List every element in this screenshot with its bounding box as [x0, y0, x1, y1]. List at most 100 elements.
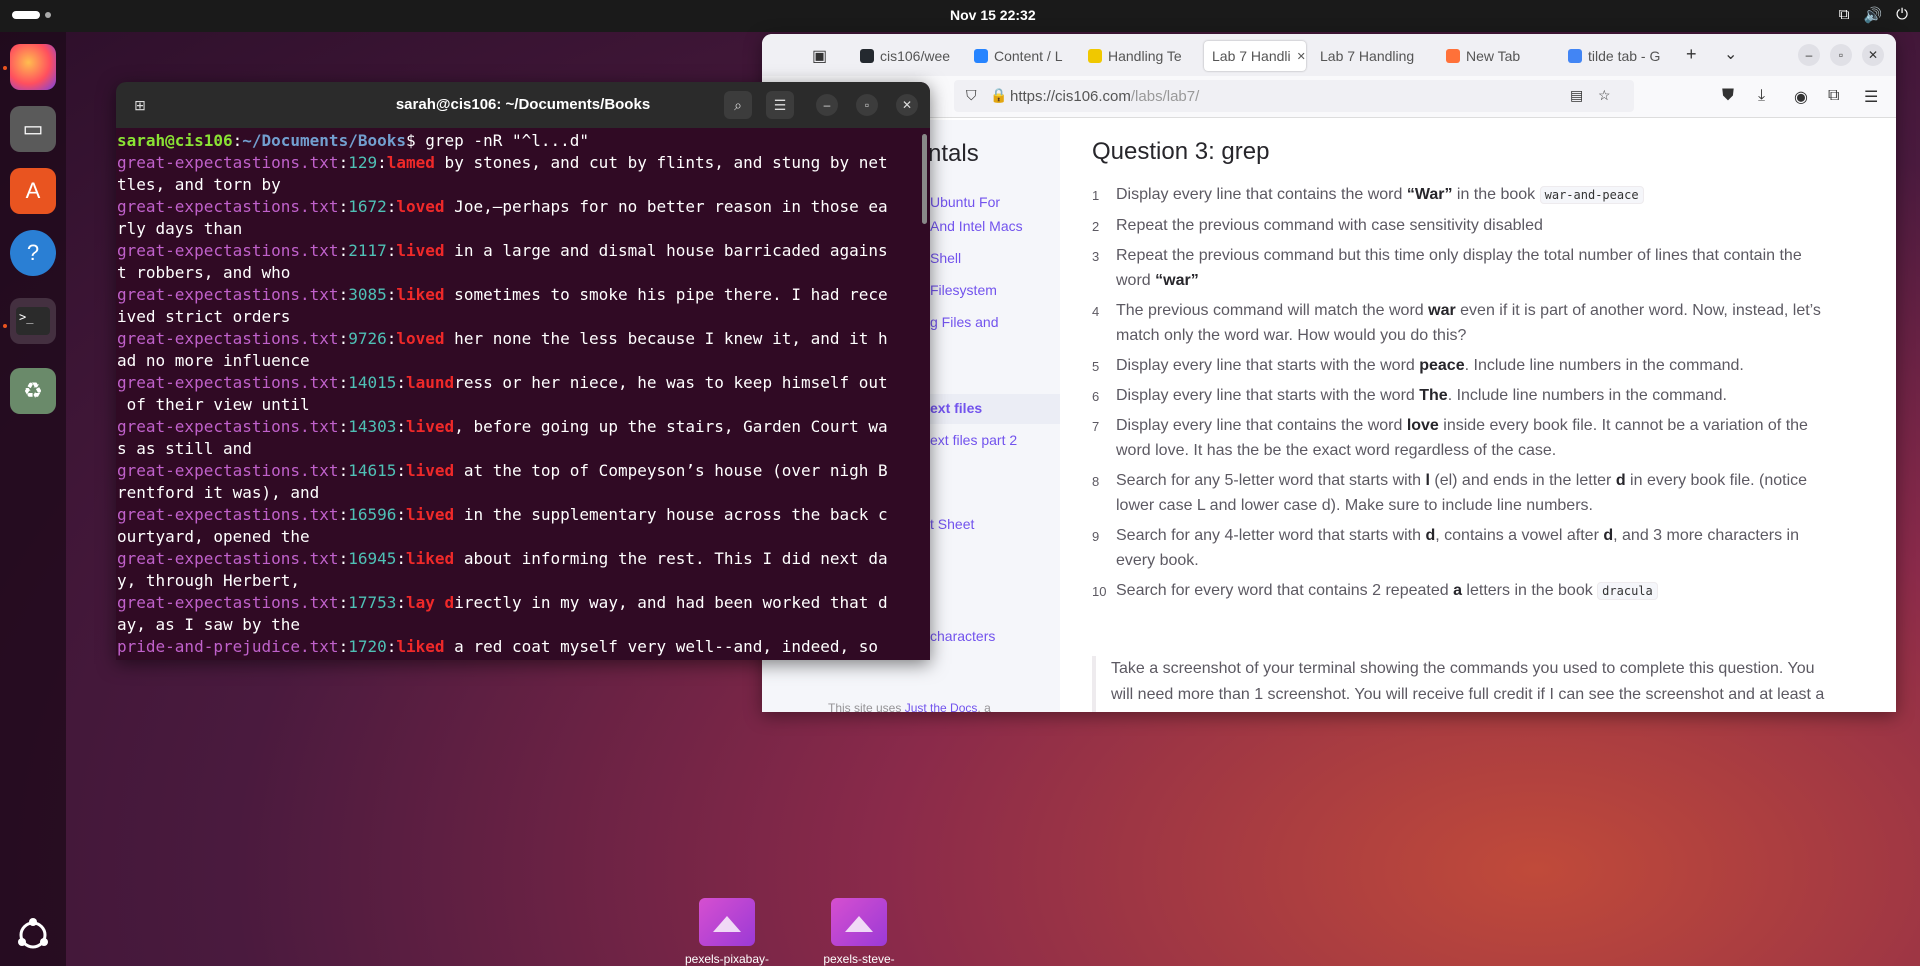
result-text: in a large and dismal house barricaded a… — [444, 241, 888, 260]
result-text: in the supplementary house across the ba… — [454, 505, 888, 524]
result-filename: great-expectastions.txt — [117, 329, 339, 348]
network-icon: ⧉ — [1838, 6, 1850, 23]
firefox-window: ▣ cis106/wee Content / L Handling Te Lab 7 … — [762, 34, 1896, 712]
close-icon[interactable]: ✕ — [896, 94, 918, 116]
help-icon[interactable]: ? — [10, 230, 56, 276]
result-line-number: 16596 — [348, 505, 397, 524]
tab-bar: ▣ cis106/wee Content / L Handling Te Lab 7 … — [762, 34, 1896, 76]
running-indicator — [3, 324, 7, 328]
result-text: by stones, and cut by flints, and stung … — [434, 153, 888, 172]
grep-result-line: great-expectastions.txt:14615:lived at t… — [117, 461, 888, 502]
result-match: liked — [406, 549, 455, 568]
maximize-icon[interactable]: ▫ — [856, 94, 878, 116]
system-tray[interactable]: ⧉ 🔊 ⏻ — [1839, 6, 1908, 24]
image-file-icon — [699, 898, 755, 946]
sidebar-item[interactable]: g Files and — [930, 314, 998, 330]
result-filename: great-expectastions.txt — [117, 593, 339, 612]
browser-tab[interactable]: New Tab — [1438, 41, 1548, 71]
grep-result-line: great-expectastions.txt:3085:liked somet… — [117, 285, 888, 326]
tab-active[interactable]: Lab 7 Handli ✕ — [1204, 41, 1306, 71]
trash-icon[interactable]: ♻ — [10, 368, 56, 414]
terminal-output[interactable]: sarah@cis106:~/Documents/Books$ grep -nR… — [116, 128, 930, 658]
reader-view-icon[interactable]: ▤ — [1570, 87, 1583, 104]
sidebar-item[interactable]: t Sheet — [930, 516, 974, 532]
tab-favicon-icon — [860, 49, 874, 63]
sidebar-item[interactable]: Ubuntu For — [930, 194, 1000, 210]
question-text: . Include line numbers in the command. — [1447, 387, 1727, 404]
hamburger-menu-icon[interactable]: ☰ — [766, 91, 794, 119]
desktop-file-label: pexels-pixabay- — [684, 952, 770, 966]
result-match: lived — [406, 417, 455, 436]
question-text: Repeat the previous command with case se… — [1116, 217, 1543, 234]
question-keyword: “war” — [1155, 272, 1199, 289]
show-apps-icon[interactable] — [10, 912, 56, 958]
result-text-wrapped: ad no more influence — [117, 351, 310, 370]
account-icon[interactable]: ◉ — [1794, 87, 1808, 107]
sidebar-item-active[interactable]: ext files — [930, 400, 982, 416]
question-keyword: “War” — [1406, 186, 1453, 203]
question-item: 4 The previous command will match the wor… — [1092, 298, 1832, 348]
lock-icon[interactable]: 🔒 — [990, 87, 1007, 104]
sidebar-item[interactable]: ext files part 2 — [930, 432, 1017, 448]
desktop-file-label: pexels-steve- — [823, 952, 895, 966]
browser-tab[interactable]: Handling Te — [1080, 41, 1198, 71]
sidebar-item[interactable]: Shell — [930, 250, 961, 266]
chevron-down-icon[interactable]: ⌄ — [1724, 44, 1737, 64]
terminal-icon[interactable]: >_ — [10, 298, 56, 344]
question-text: Search for any 5-letter word that starts… — [1116, 472, 1426, 489]
question-number: 5 — [1092, 359, 1100, 374]
minimize-icon[interactable]: – — [816, 94, 838, 116]
sidebar-item[interactable]: And Intel Macs — [930, 218, 1023, 234]
shield-icon[interactable]: ⛉ — [966, 87, 977, 104]
download-icon[interactable]: ⤓ — [1758, 87, 1765, 105]
activities-button[interactable] — [12, 11, 51, 21]
pocket-icon[interactable]: ⛊ — [1722, 87, 1734, 105]
question-code: war-and-peace — [1539, 186, 1644, 204]
close-icon[interactable]: ✕ — [1862, 44, 1884, 66]
browser-tab[interactable]: Content / L — [966, 41, 1074, 71]
browser-tab[interactable]: cis106/wee — [852, 41, 960, 71]
question-keyword: a — [1453, 582, 1462, 599]
result-text: a red coat myself very well--and, indeed… — [444, 637, 879, 656]
tab-list-icon[interactable]: ▣ — [812, 46, 827, 66]
result-filename: great-expectastions.txt — [117, 197, 339, 216]
workspace-dot — [45, 12, 51, 18]
result-text: , before going up the stairs, Garden Cou… — [454, 417, 888, 436]
question-text: Repeat the previous command but this tim… — [1116, 247, 1802, 289]
sidebar-heading[interactable]: ntals — [928, 140, 979, 168]
bookmark-star-icon[interactable]: ☆ — [1598, 87, 1611, 104]
result-text-wrapped: of their view until — [117, 395, 310, 414]
files-icon[interactable]: ▭ — [10, 106, 56, 152]
desktop-file-icon[interactable]: pexels-pixabay- — [662, 898, 792, 966]
url-path: /labs/lab7/ — [1130, 87, 1200, 105]
desktop-file-icon[interactable]: pexels-steve- — [794, 898, 924, 966]
question-text: The previous command will match the word — [1116, 302, 1429, 319]
minimize-icon[interactable]: – — [1798, 44, 1820, 66]
nav-bar: ⛉ 🔒 https://cis106.com/labs/lab7/ ▤ ☆ ⛊ … — [762, 76, 1896, 118]
tab-close-icon[interactable]: ✕ — [1297, 50, 1306, 63]
tab-label: Lab 7 Handling — [1320, 48, 1415, 64]
search-icon[interactable]: ⌕ — [724, 91, 752, 119]
new-tab-icon[interactable]: + — [1686, 44, 1697, 65]
result-text: sometimes to smoke his pipe there. I had… — [444, 285, 888, 304]
sidebar-item[interactable]: Filesystem — [930, 282, 997, 298]
result-line-number: 1720 — [348, 637, 387, 656]
extensions-icon[interactable]: ⧉ — [1828, 87, 1839, 105]
tab-label: tilde tab - G — [1588, 48, 1661, 64]
volume-icon: 🔊 — [1863, 7, 1883, 24]
question-text: letters in the book — [1461, 582, 1598, 599]
clock[interactable]: Nov 15 22:32 — [950, 7, 1036, 23]
firefox-icon[interactable] — [10, 44, 56, 90]
just-the-docs-link[interactable]: Just the Docs — [905, 701, 978, 712]
menu-icon[interactable]: ☰ — [1864, 87, 1878, 107]
maximize-icon[interactable]: ▫ — [1830, 44, 1852, 66]
url-bar[interactable]: ⛉ 🔒 https://cis106.com/labs/lab7/ ▤ ☆ — [954, 80, 1634, 112]
result-text-wrapped: tles, and torn by — [117, 175, 281, 194]
dock: ▭ A ? >_ ♻ — [0, 32, 66, 966]
browser-tab[interactable]: tilde tab - G — [1560, 41, 1680, 71]
browser-tab[interactable]: Lab 7 Handling — [1312, 41, 1432, 71]
app-center-icon[interactable]: A — [10, 168, 56, 214]
result-filename: great-expectastions.txt — [117, 461, 339, 480]
scrollbar[interactable] — [922, 134, 927, 224]
sidebar-item[interactable]: characters — [930, 628, 995, 644]
